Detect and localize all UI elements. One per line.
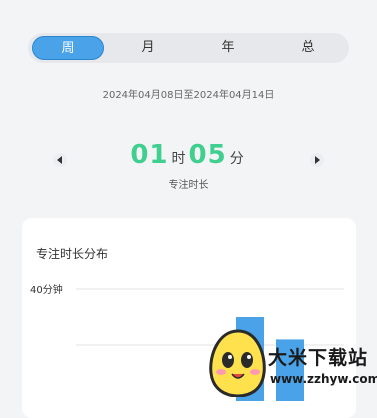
watermark-logo	[209, 329, 266, 397]
focus-minutes: 05	[188, 140, 227, 170]
period-segmented-control: 周 月 年 总	[28, 33, 349, 63]
distribution-card: 专注时长分布 40分钟	[22, 218, 356, 418]
tab-week[interactable]: 周	[32, 36, 104, 60]
focus-total-label: 专注时长	[168, 180, 209, 191]
tab-total[interactable]: 总	[272, 36, 344, 60]
y-tick-label-40: 40分钟	[30, 283, 63, 296]
date-range-label: 2024年04月08日至2024年04月14日	[102, 90, 275, 101]
watermark-url: www.zzhyw.com	[270, 372, 377, 386]
watermark-title: 大米下载站	[268, 347, 369, 369]
hours-unit: 时	[171, 151, 186, 167]
minutes-unit: 分	[229, 151, 244, 167]
tab-month[interactable]: 月	[112, 36, 184, 60]
tab-year[interactable]: 年	[192, 36, 264, 60]
distribution-chart: 40分钟	[30, 283, 344, 401]
focus-hours: 01	[130, 140, 169, 170]
focus-total-display: 01 时 05 分	[0, 140, 377, 170]
